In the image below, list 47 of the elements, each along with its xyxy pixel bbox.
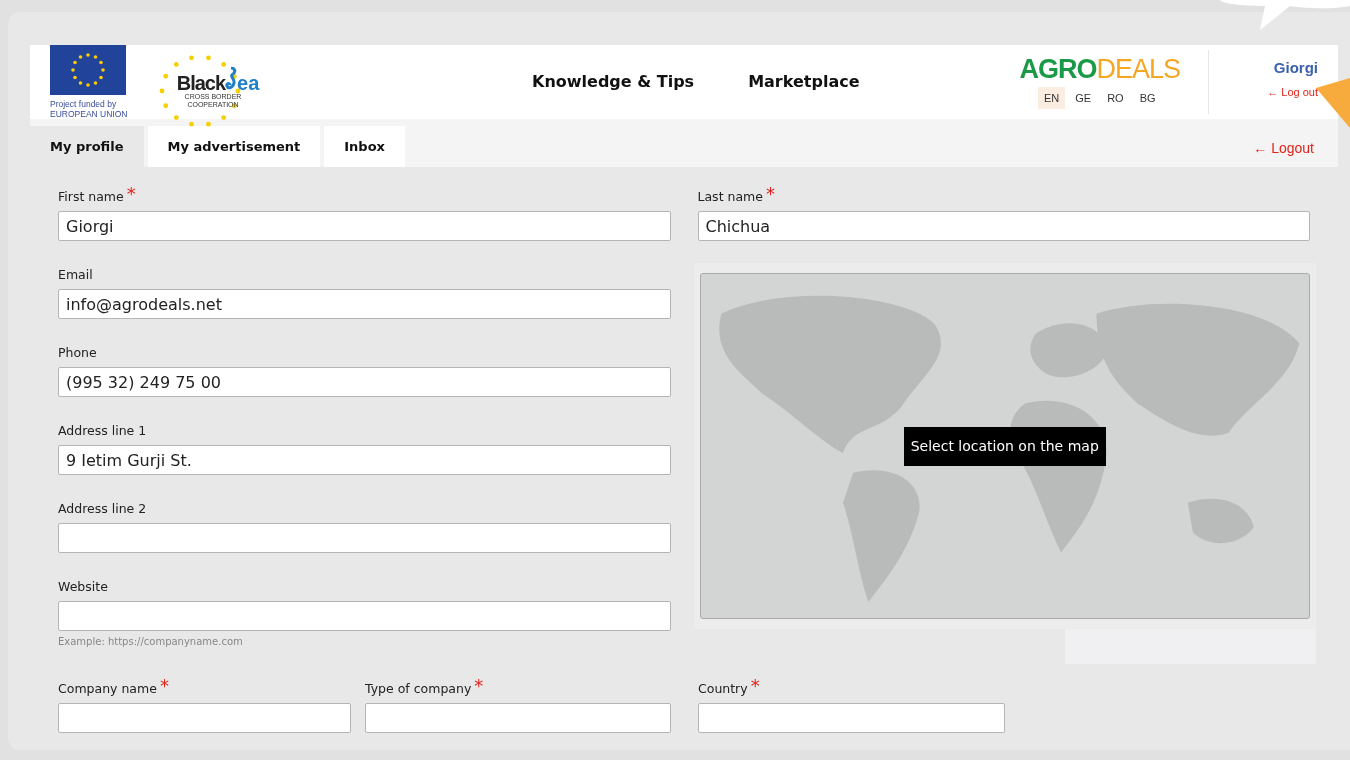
- field-label: Country: [698, 680, 748, 699]
- logo-text: ea: [237, 73, 260, 93]
- world-map[interactable]: Select location on the map: [699, 273, 1310, 619]
- user-name-link[interactable]: Giorgi: [1273, 57, 1318, 80]
- field-label: Phone: [58, 344, 97, 363]
- field-label: Email: [58, 266, 93, 285]
- map-label: Select location on the map: [903, 426, 1106, 466]
- required-mark: *: [159, 677, 169, 695]
- tab[interactable]: My profile: [30, 126, 144, 167]
- eu-flag-icon: [50, 45, 126, 95]
- required-mark: *: [765, 185, 775, 203]
- nav-link[interactable]: Knowledge & Tips: [532, 70, 695, 94]
- field-label: Website: [58, 578, 108, 597]
- input-field[interactable]: (995 32) 249 75 00: [58, 367, 671, 397]
- input-field[interactable]: Giorgi: [58, 211, 671, 241]
- field-label: Address line 1: [58, 422, 147, 441]
- field-label: Last name: [697, 188, 763, 207]
- input-field[interactable]: 9 Ietim Gurji St.: [58, 445, 671, 475]
- tab[interactable]: Inbox: [324, 126, 405, 167]
- field-label: First name: [58, 188, 124, 207]
- logo-text: Black: [176, 73, 226, 93]
- brand-logo[interactable]: AGRODEALS: [1019, 54, 1181, 83]
- input-field[interactable]: info@agrodeals.net: [58, 289, 671, 319]
- language-link[interactable]: GE: [1069, 86, 1098, 110]
- required-mark: *: [750, 677, 760, 695]
- tab[interactable]: My advertisement: [147, 126, 321, 167]
- field-hint: Example: https://companyname.com: [58, 635, 244, 649]
- language-link[interactable]: RO: [1101, 86, 1130, 110]
- input-field[interactable]: [365, 703, 671, 733]
- field-label: Company name: [58, 680, 157, 699]
- required-mark: *: [126, 185, 136, 203]
- input-field[interactable]: [58, 601, 671, 631]
- language-link[interactable]: BG: [1133, 86, 1162, 110]
- field-label: Type of company: [365, 680, 472, 699]
- log-out-link[interactable]: ← Log out: [1267, 83, 1318, 100]
- input-field[interactable]: Chichua: [697, 211, 1310, 241]
- logo-caption: EUROPEAN UNION: [50, 109, 129, 119]
- logo-caption: Project funded by: [50, 99, 118, 109]
- input-field[interactable]: [58, 703, 351, 733]
- field-label: Address line 2: [58, 500, 147, 519]
- required-mark: *: [474, 677, 484, 695]
- nav-link[interactable]: Marketplace: [748, 70, 860, 94]
- input-field[interactable]: [58, 523, 671, 553]
- pointer-icon: [1316, 78, 1350, 128]
- language-link[interactable]: EN: [1038, 86, 1066, 110]
- input-field[interactable]: [698, 703, 1005, 733]
- logout-link[interactable]: ← Logout: [1253, 138, 1314, 159]
